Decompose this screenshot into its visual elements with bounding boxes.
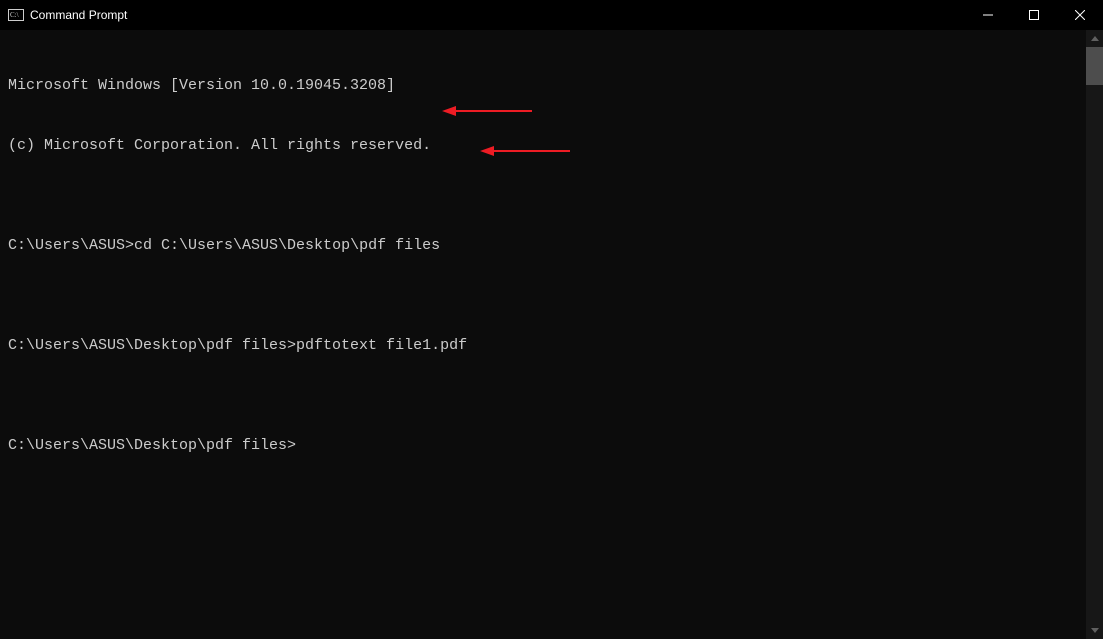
close-button[interactable] (1057, 0, 1103, 30)
maximize-button[interactable] (1011, 0, 1057, 30)
command-text: cd C:\Users\ASUS\Desktop\pdf files (134, 237, 440, 254)
prompt-line: C:\Users\ASUS\Desktop\pdf files> (8, 436, 1078, 456)
annotation-arrow-icon (442, 103, 532, 119)
titlebar-left: C:\ Command Prompt (0, 7, 127, 23)
titlebar[interactable]: C:\ Command Prompt (0, 0, 1103, 30)
scrollbar[interactable] (1086, 30, 1103, 639)
chevron-up-icon (1091, 36, 1099, 41)
maximize-icon (1029, 10, 1039, 20)
command-line: C:\Users\ASUS\Desktop\pdf files>pdftotex… (8, 336, 1078, 356)
output-line: Microsoft Windows [Version 10.0.19045.32… (8, 76, 1078, 96)
minimize-icon (983, 10, 993, 20)
minimize-button[interactable] (965, 0, 1011, 30)
content-wrapper: Microsoft Windows [Version 10.0.19045.32… (0, 30, 1103, 639)
window-controls (965, 0, 1103, 30)
window-title: Command Prompt (30, 8, 127, 22)
scrollbar-thumb[interactable] (1086, 47, 1103, 85)
svg-text:C:\: C:\ (10, 11, 19, 19)
command-text: pdftotext file1.pdf (296, 337, 467, 354)
terminal-output[interactable]: Microsoft Windows [Version 10.0.19045.32… (0, 30, 1086, 639)
chevron-down-icon (1091, 628, 1099, 633)
scrollbar-down-button[interactable] (1086, 622, 1103, 639)
close-icon (1075, 10, 1085, 20)
prompt: C:\Users\ASUS\Desktop\pdf files> (8, 437, 296, 454)
output-line: (c) Microsoft Corporation. All rights re… (8, 136, 1078, 156)
prompt: C:\Users\ASUS\Desktop\pdf files> (8, 337, 296, 354)
cmd-icon: C:\ (8, 7, 24, 23)
scrollbar-up-button[interactable] (1086, 30, 1103, 47)
command-line: C:\Users\ASUS>cd C:\Users\ASUS\Desktop\p… (8, 236, 1078, 256)
prompt: C:\Users\ASUS> (8, 237, 134, 254)
